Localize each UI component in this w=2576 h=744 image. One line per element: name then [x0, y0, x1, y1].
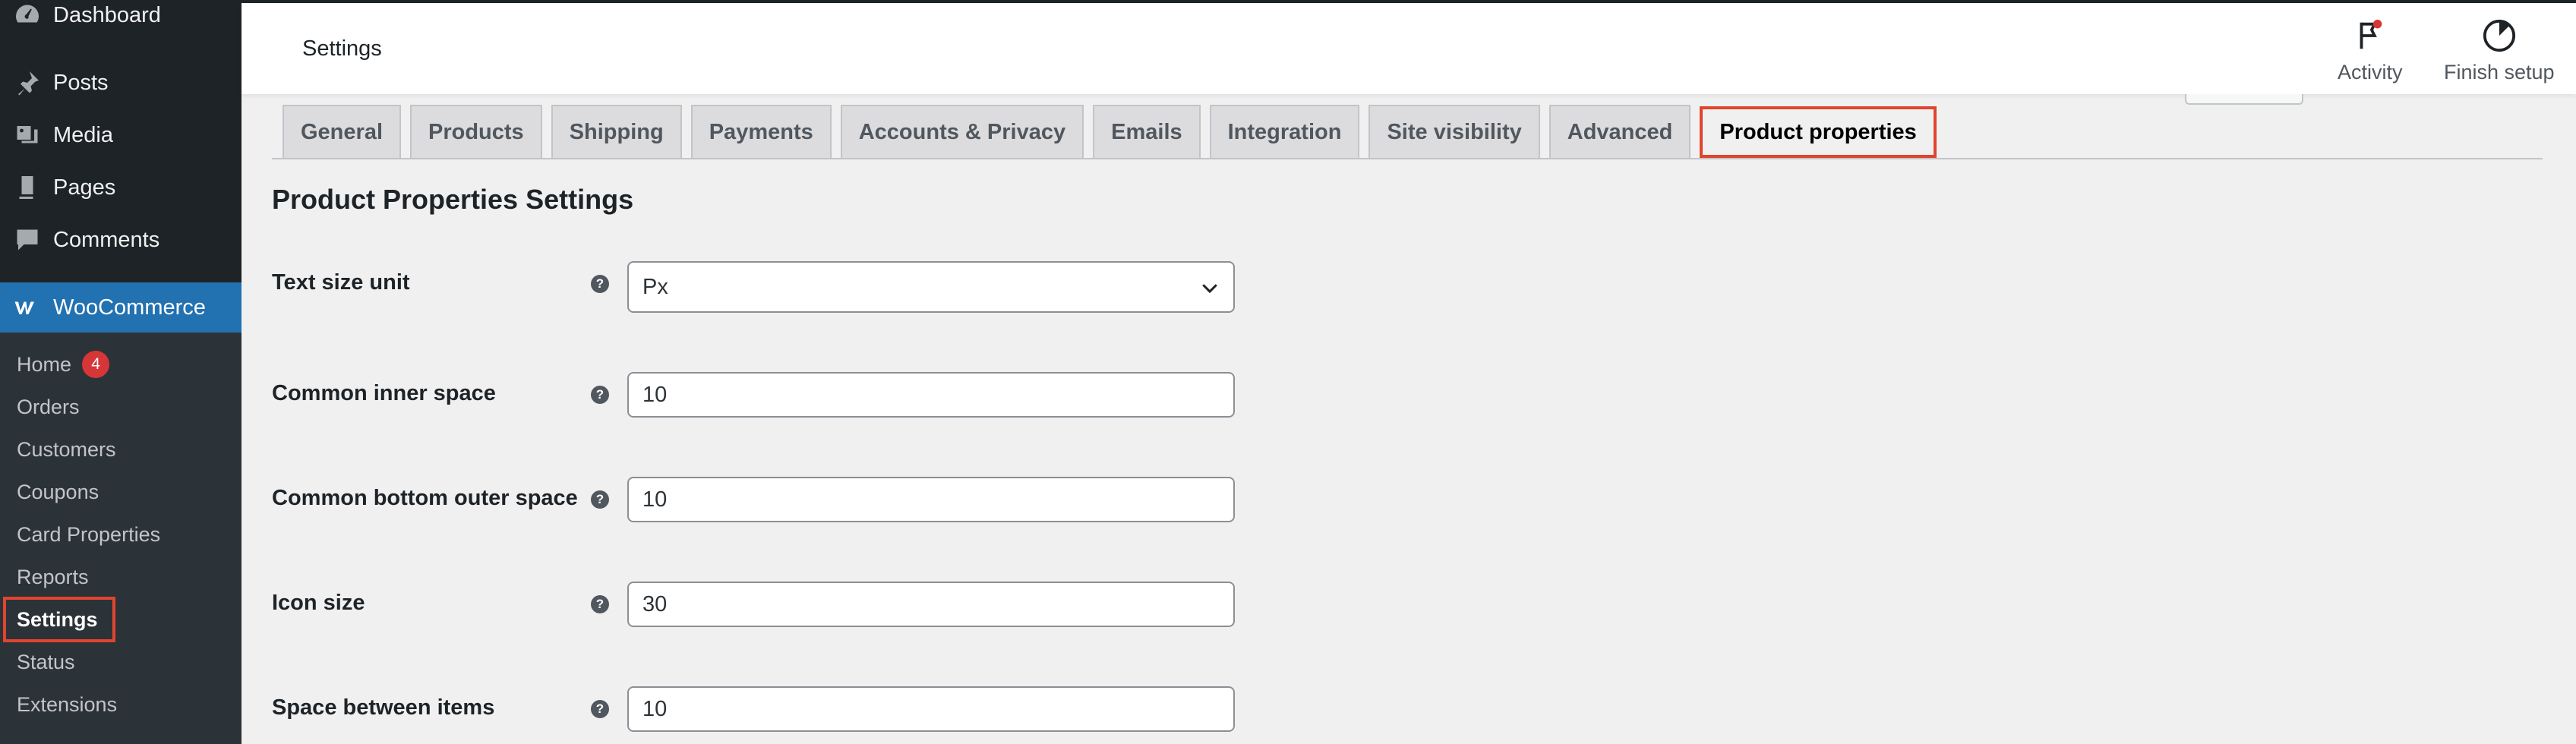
tab-integration[interactable]: Integration	[1209, 105, 1360, 158]
sidebar-item-media[interactable]: Media	[0, 111, 242, 159]
help-icon[interactable]: ?	[591, 275, 609, 293]
finish-setup-button[interactable]: Finish setup	[2444, 18, 2555, 84]
submenu-item-card-properties[interactable]: Card Properties	[17, 518, 160, 551]
tab-shipping[interactable]: Shipping	[551, 105, 682, 158]
pages-icon	[12, 172, 43, 203]
field-label-icon-size: Icon size	[272, 591, 365, 615]
sidebar-item-label: Dashboard	[53, 2, 161, 27]
sidebar-item-label: Comments	[53, 227, 160, 252]
woocommerce-submenu: Home 4 Orders Customers Coupons Card Pro…	[0, 333, 242, 744]
progress-icon	[2483, 19, 2515, 52]
page-header: Settings Activity Finish setup	[242, 0, 2576, 94]
flag-icon	[2360, 19, 2382, 49]
sidebar-item-label: Posts	[53, 70, 109, 95]
comment-icon	[12, 225, 43, 255]
common-inner-space-input[interactable]: 10	[627, 372, 1235, 418]
text-size-unit-select[interactable]: Px	[627, 261, 1235, 313]
sidebar-item-pages[interactable]: Pages	[0, 163, 242, 212]
space-between-items-input[interactable]: 10	[627, 686, 1235, 732]
tab-emails[interactable]: Emails	[1093, 105, 1201, 158]
settings-tabs: General Products Shipping Payments Accou…	[283, 105, 1946, 159]
select-value: Px	[642, 274, 668, 299]
tab-general[interactable]: General	[283, 105, 401, 158]
help-icon[interactable]: ?	[591, 386, 609, 404]
chevron-down-icon	[1202, 284, 1217, 294]
icon-size-input[interactable]: 30	[627, 582, 1235, 627]
field-label-text-size-unit: Text size unit	[272, 270, 410, 295]
activity-label: Activity	[2338, 61, 2403, 84]
field-label-space-between-items: Space between items	[272, 695, 495, 720]
notification-badge: 4	[82, 351, 110, 378]
tab-site-visibility[interactable]: Site visibility	[1368, 105, 1540, 158]
submenu-item-home[interactable]: Home 4	[17, 348, 110, 381]
media-icon	[12, 120, 43, 150]
sidebar-item-posts[interactable]: Posts	[0, 58, 242, 107]
submenu-item-status[interactable]: Status	[17, 645, 75, 679]
tab-advanced[interactable]: Advanced	[1548, 105, 1691, 158]
tab-accounts-privacy[interactable]: Accounts & Privacy	[840, 105, 1084, 158]
field-label-common-inner-space: Common inner space	[272, 381, 496, 405]
admin-sidebar: Dashboard Posts Media Pages Comments Woo…	[0, 0, 242, 744]
sidebar-item-comments[interactable]: Comments	[0, 216, 242, 264]
submenu-item-reports[interactable]: Reports	[17, 560, 89, 594]
pin-icon	[12, 68, 43, 98]
sidebar-item-label: Media	[53, 122, 113, 147]
submenu-item-label: Home	[17, 352, 72, 376]
help-icon[interactable]: ?	[591, 595, 609, 613]
tabs-divider	[272, 158, 2543, 159]
help-tab-button[interactable]	[2185, 94, 2303, 105]
tab-payments[interactable]: Payments	[690, 105, 832, 158]
activity-button[interactable]: Activity	[2338, 18, 2403, 84]
common-bottom-outer-space-input[interactable]: 10	[627, 477, 1235, 522]
help-icon[interactable]: ?	[591, 490, 609, 509]
tab-products[interactable]: Products	[410, 105, 542, 158]
help-icon[interactable]: ?	[591, 700, 609, 718]
page-title: Settings	[302, 36, 382, 61]
sidebar-item-label: Pages	[53, 175, 116, 200]
sidebar-item-label: WooCommerce	[53, 295, 206, 320]
submenu-item-extensions[interactable]: Extensions	[17, 688, 117, 721]
tab-product-properties[interactable]: Product properties	[1700, 106, 1937, 158]
dashboard-icon	[12, 0, 43, 30]
settings-highlight	[3, 597, 115, 642]
finish-setup-label: Finish setup	[2444, 61, 2555, 84]
section-title: Product Properties Settings	[272, 184, 634, 215]
submenu-item-orders[interactable]: Orders	[17, 390, 80, 424]
field-label-common-bottom-outer-space: Common bottom outer space	[272, 486, 578, 510]
sidebar-item-woocommerce[interactable]: WooCommerce	[0, 282, 242, 333]
woo-icon	[12, 292, 43, 323]
submenu-item-customers[interactable]: Customers	[17, 433, 116, 466]
submenu-item-coupons[interactable]: Coupons	[17, 475, 99, 509]
sidebar-item-dashboard[interactable]: Dashboard	[0, 0, 242, 39]
